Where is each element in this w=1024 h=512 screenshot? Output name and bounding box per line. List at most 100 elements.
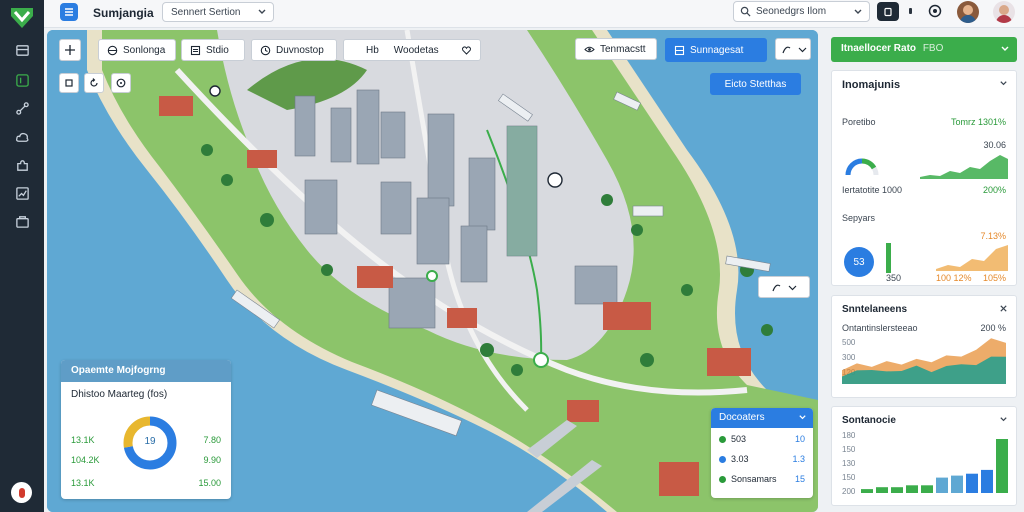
bar [951,475,963,493]
heart-icon [462,45,471,55]
user-status-icon[interactable] [11,482,32,503]
metric-footer: 350 [886,273,902,283]
right-panel-suffix: FBO [922,43,944,54]
chevron-down-icon[interactable] [999,415,1008,424]
metric-value: 7.13% [980,231,1006,241]
bar [891,487,903,493]
avatar-secondary[interactable] [993,1,1015,23]
metric-value: Tomrz 1301% [950,117,1006,127]
legend-donut-label: 19 [144,436,156,447]
clipboard-icon [884,7,892,16]
metric-value: 200% [982,185,1006,195]
bar-chart [861,439,1008,493]
y-tick: 150 [842,473,856,482]
status-row-label: Sonsamars [731,474,777,484]
square-icon [65,79,73,87]
gear-icon[interactable] [927,3,943,19]
bar [996,439,1008,493]
avatar[interactable] [957,1,979,23]
chip-label: Woodetas [393,44,439,56]
status-dot [719,435,726,443]
view-status-button[interactable]: Eicto Stetthas [710,73,801,95]
map-zoom-control[interactable] [758,276,810,298]
map-route-button[interactable] [775,38,811,60]
y-tick: 180 [842,431,856,440]
search-icon [740,6,751,17]
top-bar: Sumjangia Sennert Sertion Seonedgrs Ilom [44,0,1024,28]
legend-right-value: 15.00 [198,478,221,488]
bar [861,489,873,493]
chip-label: Tenmacstt [600,43,646,55]
clock-icon [260,45,271,55]
chevron-down-icon [798,47,807,52]
chevron-down-icon [788,285,796,290]
more-indicator[interactable] [909,8,912,14]
metric-bar [886,243,891,273]
crosshair-button[interactable] [59,39,81,61]
right-panel-title: Itnaellocer Rato [841,43,917,54]
route-icon[interactable] [12,98,32,118]
crosshair-icon [65,45,75,55]
close-icon[interactable] [999,304,1008,313]
bar [936,477,948,493]
chevron-down-icon [854,9,862,14]
cloud-icon[interactable] [12,127,32,147]
chevron-down-icon [799,415,806,420]
status-row: 503 10 [719,434,805,444]
metrics-card-title: Inomajunis [842,79,901,91]
metric-footer: 105% [982,273,1006,283]
layers-icon[interactable] [12,40,32,60]
chip-duvnostop[interactable]: Duvnostop [251,39,337,61]
refresh-tool-button[interactable] [84,73,104,93]
chip-label: Sonlonga [123,44,166,56]
square-tool-button[interactable] [59,73,79,93]
map-icon[interactable] [12,70,32,90]
metric-label: Sepyars [842,213,876,223]
chip-label: Eicto Stetthas [724,78,787,90]
menu-icon [65,8,73,16]
chip-tenmacstt[interactable]: Tenmacstt [575,38,657,60]
status-card-header[interactable]: Docoaters [711,408,813,428]
chip-label: Stdio [206,44,229,56]
area-sparkline [920,155,1008,179]
trend-subtitle: Ontantinslersteeao [842,323,918,333]
trend-card-title: Snntelaneens [842,304,908,315]
region-select-value: Sennert Sertion [171,7,241,18]
compass-tool-button[interactable] [111,73,131,93]
y-tick: 130 [842,459,856,468]
metric-label: Poretibo [842,117,876,127]
chevron-down-icon [1001,46,1009,51]
status-row: 3.03 1.3 [719,454,805,464]
legend-right-value: 9.90 [203,455,221,465]
refresh-icon [90,78,98,87]
legend-card-header: Opaemte Mojfogrng [61,360,231,382]
legend-right-value: 7.80 [203,435,221,445]
eye-icon [584,46,595,52]
right-panel-header[interactable]: Itnaellocer Rato FBO [831,37,1017,62]
compass-icon [116,78,126,88]
layers-icon [674,45,685,55]
chip-sunnagesat[interactable]: Sunnagesat [665,38,767,62]
left-rail [0,0,44,512]
chip-sonlonga[interactable]: Sonlonga [98,39,176,61]
box-icon[interactable] [12,211,32,231]
metrics-card: Inomajunis Poretibo Tomrz 1301% 30.06 Ie… [831,70,1017,286]
chevron-down-icon[interactable] [999,79,1008,88]
chart-icon[interactable] [12,183,32,203]
puzzle-icon[interactable] [12,155,32,175]
chip-stdio[interactable]: Stdio [181,39,245,61]
search-input[interactable]: Seonedgrs Ilom [733,1,870,22]
chip-label: Duvnostop [276,44,324,56]
chevron-down-icon [258,9,266,14]
clipboard-button[interactable] [877,2,899,21]
metric-badge: 53 [844,247,874,277]
menu-button[interactable] [60,3,78,21]
chip-label: Sunnagesat [690,44,744,56]
region-select[interactable]: Sennert Sertion [162,2,274,22]
logo-icon[interactable] [9,6,35,28]
y-tick: 150 [842,445,856,454]
city-map[interactable]: Sonlonga Stdio Duvnostop Hb Woodetas Ten… [47,30,818,512]
legend-left-value: 104.2K [71,455,100,465]
chip-woodetas[interactable]: Hb Woodetas [343,39,481,61]
app-title: Sumjangia [93,6,154,20]
